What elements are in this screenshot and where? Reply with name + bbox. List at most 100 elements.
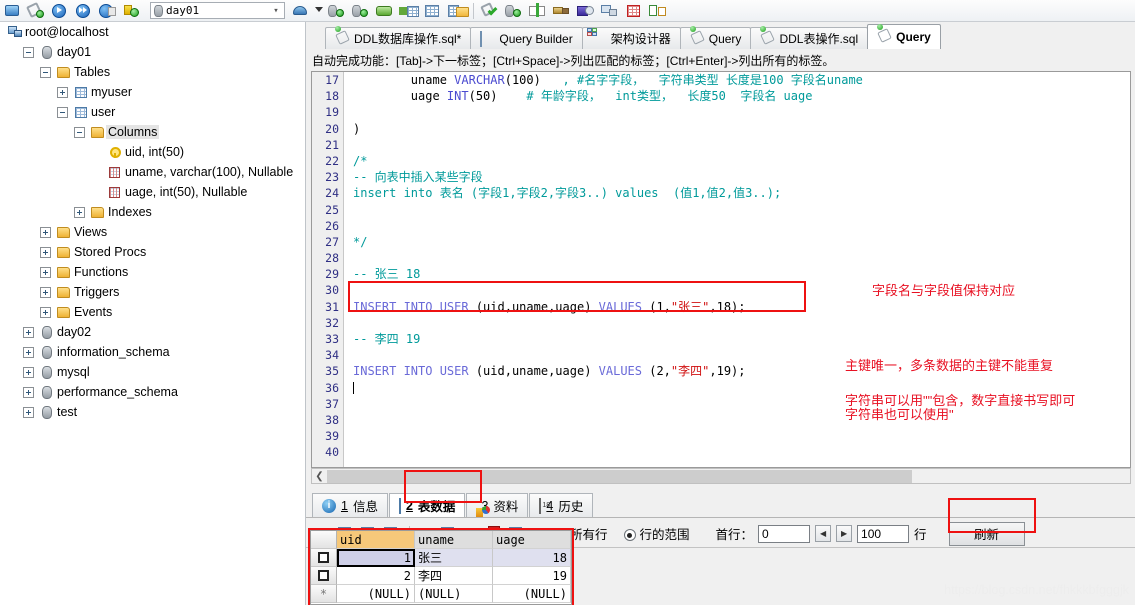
tree-item-events[interactable]: Events xyxy=(0,302,305,322)
editor-tab-2[interactable]: 架构设计器 xyxy=(581,27,681,49)
cell-uid[interactable]: (NULL) xyxy=(337,585,415,603)
code-line[interactable]: -- 李四 19 xyxy=(345,331,1130,347)
tree-item-day02[interactable]: day02 xyxy=(0,322,305,342)
report-icon[interactable] xyxy=(422,1,444,21)
column-header-uid[interactable]: uid xyxy=(337,531,415,549)
split-icon[interactable] xyxy=(647,1,669,21)
tree-item-indexes[interactable]: Indexes xyxy=(0,202,305,222)
data-grid-row[interactable]: 1 张三 18 xyxy=(311,549,571,567)
tree-item-uid-int-50-[interactable]: uid, int(50) xyxy=(0,142,305,162)
editor-tab-5[interactable]: Query xyxy=(867,24,941,49)
cell-uage[interactable]: (NULL) xyxy=(493,585,571,603)
tree-toggle[interactable] xyxy=(23,46,34,58)
tree-toggle[interactable] xyxy=(40,286,51,298)
execute-all-icon[interactable] xyxy=(73,1,95,21)
tree-toggle[interactable] xyxy=(40,306,51,318)
tree-toggle[interactable] xyxy=(23,386,34,398)
stop-icon[interactable] xyxy=(97,1,119,21)
database-combo[interactable]: day01 ▾ xyxy=(150,2,285,19)
code-line[interactable]: -- 向表中插入某些字段 xyxy=(345,169,1130,185)
tree-toggle[interactable] xyxy=(40,66,51,78)
spin-next-button[interactable]: ▶ xyxy=(836,525,853,542)
tree-toggle[interactable] xyxy=(40,246,51,258)
row-checkbox[interactable] xyxy=(318,552,329,563)
tree-item-myuser[interactable]: myuser xyxy=(0,82,305,102)
result-tab-3[interactable]: 4历史 xyxy=(529,493,594,517)
structure-icon[interactable] xyxy=(599,1,621,21)
code-line[interactable] xyxy=(345,104,1130,120)
tree-item-mysql[interactable]: mysql xyxy=(0,362,305,382)
code-line[interactable] xyxy=(345,315,1130,331)
backup-icon[interactable] xyxy=(290,1,312,21)
duplicate-icon[interactable] xyxy=(527,1,549,21)
tree-toggle[interactable] xyxy=(23,346,34,358)
column-header-uname[interactable]: uname xyxy=(415,531,493,549)
row-selector-cell[interactable] xyxy=(311,567,337,585)
tree-toggle[interactable] xyxy=(23,406,34,418)
code-line[interactable] xyxy=(345,218,1130,234)
result-data-grid[interactable]: uid uname uage 1 张三 18 2 李四 19 * (NULL) (NULL) (N… xyxy=(310,530,572,605)
row-selector-cell[interactable]: * xyxy=(311,585,337,603)
cell-uname[interactable]: 李四 xyxy=(415,567,493,585)
tree-item-information-schema[interactable]: information_schema xyxy=(0,342,305,362)
result-tab-0[interactable]: i 1 信息 xyxy=(312,493,388,517)
dropdown-icon[interactable] xyxy=(314,1,324,21)
tree-toggle[interactable] xyxy=(74,206,85,218)
editor-tab-4[interactable]: DDL表操作.sql xyxy=(750,27,869,49)
tree-item-stored-procs[interactable]: Stored Procs xyxy=(0,242,305,262)
code-line[interactable] xyxy=(345,137,1130,153)
editor-tab-1[interactable]: Query Builder xyxy=(470,27,583,49)
tree-toggle[interactable] xyxy=(40,226,51,238)
editor-tab-0[interactable]: DDL数据库操作.sql* xyxy=(325,27,472,49)
check-icon[interactable] xyxy=(479,1,501,21)
code-line[interactable]: */ xyxy=(345,234,1130,250)
tree-toggle[interactable] xyxy=(57,86,68,98)
cell-uname[interactable]: 张三 xyxy=(415,549,493,567)
first-row-input[interactable]: 0 xyxy=(758,524,811,543)
cell-uage[interactable]: 19 xyxy=(493,567,571,585)
tree-toggle[interactable] xyxy=(23,326,34,338)
truck-icon[interactable] xyxy=(551,1,573,21)
tree-item-tables[interactable]: Tables xyxy=(0,62,305,82)
data-grid-row[interactable]: 2 李四 19 xyxy=(311,567,571,585)
row-checkbox[interactable] xyxy=(318,570,329,581)
tree-item-performance-schema[interactable]: performance_schema xyxy=(0,382,305,402)
new-query-icon[interactable] xyxy=(25,1,47,21)
cell-uage[interactable]: 18 xyxy=(493,549,571,567)
compare-icon[interactable] xyxy=(446,1,469,21)
tree-item-functions[interactable]: Functions xyxy=(0,262,305,282)
radio-row-range[interactable]: 行的范围 xyxy=(623,524,690,543)
code-line[interactable] xyxy=(345,444,1130,460)
code-line[interactable]: /* xyxy=(345,153,1130,169)
code-line[interactable]: ) xyxy=(345,121,1130,137)
editor-tab-3[interactable]: Query xyxy=(679,27,752,49)
cell-uid[interactable]: 1 xyxy=(337,549,415,567)
code-line[interactable] xyxy=(345,250,1130,266)
tree-root-row[interactable]: root@localhost xyxy=(0,22,305,42)
code-line[interactable]: uage INT(50) # 年龄字段， int类型， 长度50 字段名 uag… xyxy=(345,88,1130,104)
chevron-down-icon[interactable]: ▾ xyxy=(268,6,284,16)
tree-item-views[interactable]: Views xyxy=(0,222,305,242)
code-line[interactable] xyxy=(345,412,1130,428)
cell-uid[interactable]: 2 xyxy=(337,567,415,585)
row-count-input[interactable]: 100 xyxy=(857,524,910,543)
tree-toggle[interactable] xyxy=(40,266,51,278)
tree-item-triggers[interactable]: Triggers xyxy=(0,282,305,302)
table-red-icon[interactable] xyxy=(623,1,645,21)
execute-icon[interactable] xyxy=(49,1,71,21)
scroll-left-icon[interactable]: ❮ xyxy=(312,471,327,482)
tree-item-columns[interactable]: Columns xyxy=(0,122,305,142)
tree-toggle[interactable] xyxy=(57,106,68,118)
cell-uname[interactable]: (NULL) xyxy=(415,585,493,603)
column-header-uage[interactable]: uage xyxy=(493,531,571,549)
tree-toggle[interactable] xyxy=(23,366,34,378)
tree-toggle[interactable] xyxy=(74,126,85,138)
code-line[interactable]: uname VARCHAR(100) , #名字字段， 字符串类型 长度是100… xyxy=(345,72,1130,88)
transfer-icon[interactable] xyxy=(374,1,396,21)
export-db-icon[interactable] xyxy=(350,1,372,21)
data-transfer-icon[interactable] xyxy=(398,1,420,21)
code-line[interactable]: insert into 表名 (字段1,字段2,字段3..) values (值… xyxy=(345,185,1130,201)
spin-prev-button[interactable]: ◀ xyxy=(815,525,832,542)
data-grid-row[interactable]: * (NULL) (NULL) (NULL) xyxy=(311,585,571,603)
radio-row-range-control[interactable] xyxy=(623,529,636,541)
